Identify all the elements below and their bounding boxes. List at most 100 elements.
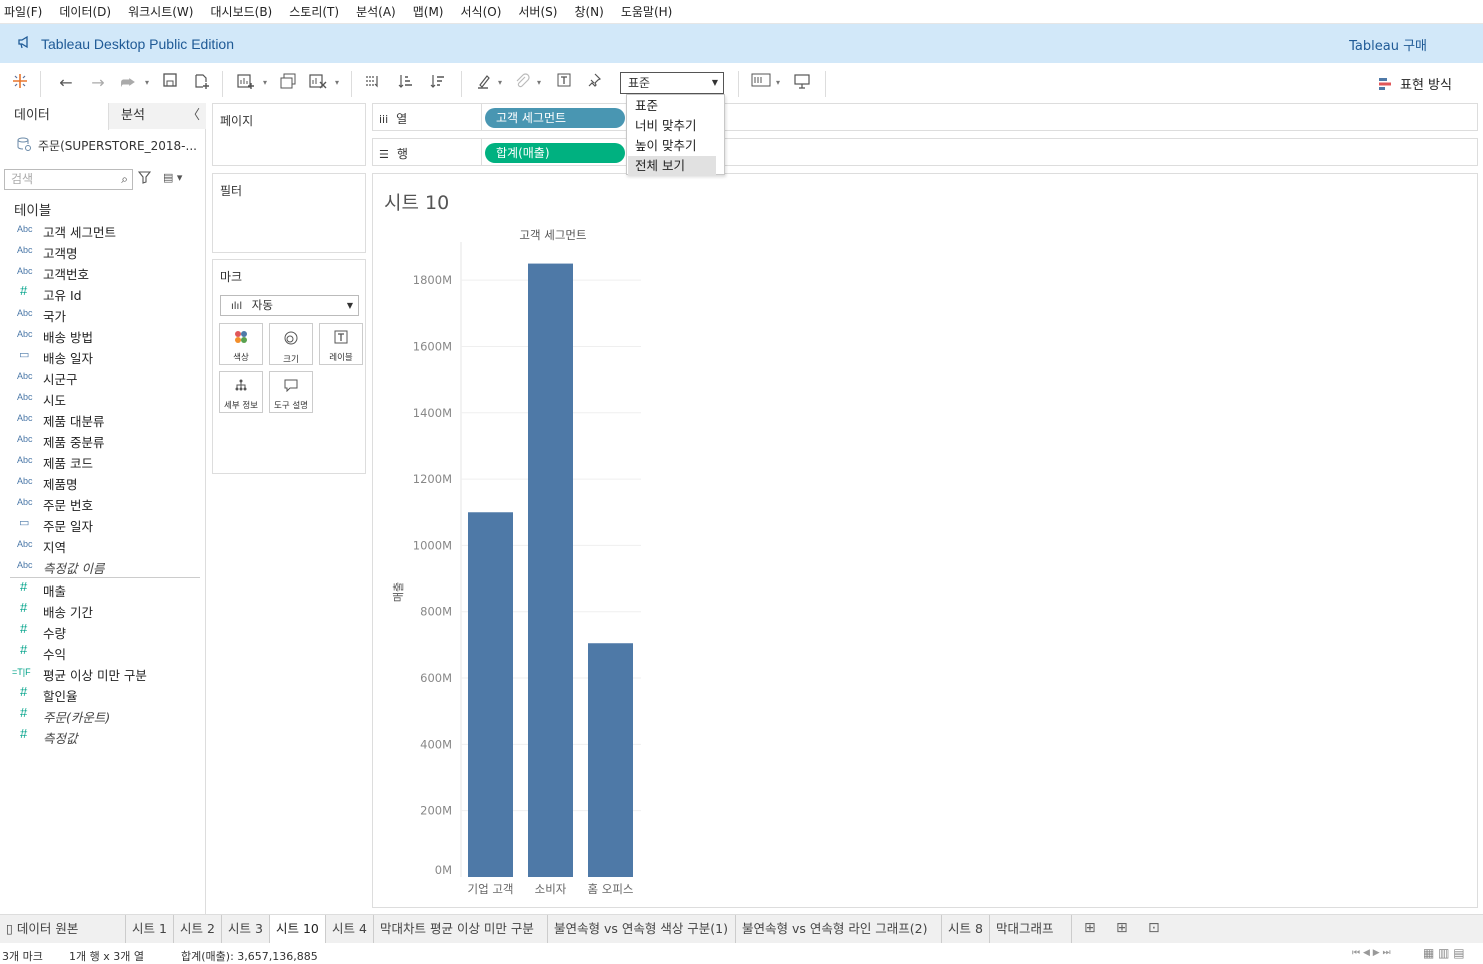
show-labels-icon[interactable] <box>553 72 575 94</box>
replay-caret-icon[interactable]: ▾ <box>145 72 149 94</box>
menu-item[interactable]: 도움말(H) <box>621 3 673 20</box>
group-paperclip-icon[interactable] <box>511 72 533 94</box>
view-options-icon[interactable]: ▤ ▾ <box>163 171 182 184</box>
field-item[interactable]: Abc 고객 세그먼트 <box>0 220 200 241</box>
sheet-tab[interactable]: 시트 4 <box>326 915 374 944</box>
menu-item[interactable]: 서식(O) <box>461 3 502 20</box>
highlight-icon[interactable] <box>473 72 495 94</box>
field-item[interactable]: Abc 시도 <box>0 388 200 409</box>
tooltip-button[interactable]: 도구 설명 <box>269 371 313 413</box>
menu-item[interactable]: 분석(A) <box>356 3 396 20</box>
menu-item[interactable]: 파일(F) <box>4 3 42 20</box>
field-item[interactable]: Abc 국가 <box>0 304 200 325</box>
tab-data[interactable]: 데이터 <box>0 103 109 130</box>
fit-option[interactable]: 너비 맞추기 <box>627 116 724 136</box>
show-me-button[interactable]: 표현 방식 <box>1378 74 1452 93</box>
new-worksheet-icon[interactable] <box>235 72 257 94</box>
color-button[interactable]: 색상 <box>219 323 263 365</box>
label-button[interactable]: 레이블 <box>319 323 363 365</box>
field-item[interactable]: Abc 시군구 <box>0 367 200 388</box>
buy-link[interactable]: Tableau 구매 <box>1349 35 1427 54</box>
grid-view-icon[interactable]: ▦ ▥ ▤ <box>1423 946 1465 960</box>
field-item[interactable]: # 수익 <box>0 642 200 663</box>
save-icon[interactable] <box>159 72 181 94</box>
field-item[interactable]: # 고유 Id <box>0 283 200 304</box>
sheet-tab[interactable]: 불연속형 vs 연속형 라인 그래프(2) <box>736 915 942 944</box>
menu-item[interactable]: 맵(M) <box>413 3 444 20</box>
field-item[interactable]: # 배송 기간 <box>0 600 200 621</box>
highlight-caret-icon[interactable]: ▾ <box>498 72 502 94</box>
columns-pill[interactable]: 고객 세그먼트 <box>485 108 625 128</box>
sheet-tab[interactable]: 시트 3 <box>222 915 270 944</box>
pages-card[interactable]: 페이지 <box>212 103 366 166</box>
field-item[interactable]: Abc 제품 코드 <box>0 451 200 472</box>
menu-item[interactable]: 데이터(D) <box>59 3 111 20</box>
presentation-mode-icon[interactable] <box>791 72 813 94</box>
field-item[interactable]: Abc 제품명 <box>0 472 200 493</box>
sheet-tab[interactable]: 불연속형 vs 연속형 색상 구분(1) <box>548 915 736 944</box>
datasource-item[interactable]: 주문(SUPERSTORE_2018-... <box>16 136 197 155</box>
field-item[interactable]: Abc 제품 중분류 <box>0 430 200 451</box>
sheet-tab[interactable]: 시트 8 <box>942 915 990 944</box>
redo-icon[interactable]: → <box>87 72 109 94</box>
field-item[interactable]: # 매출 <box>0 579 200 600</box>
fit-option[interactable]: 전체 보기 <box>628 156 716 176</box>
field-item[interactable]: Abc 지역 <box>0 535 200 556</box>
field-item[interactable]: # 수량 <box>0 621 200 642</box>
field-item[interactable]: # 주문(카운트) <box>0 705 200 726</box>
sheet-tab[interactable]: 시트 1 <box>126 915 174 944</box>
sort-descending-icon[interactable] <box>427 72 449 94</box>
menu-item[interactable]: 서버(S) <box>518 3 557 20</box>
group-caret-icon[interactable]: ▾ <box>537 72 541 94</box>
size-button[interactable]: 크기 <box>269 323 313 365</box>
fit-option[interactable]: 높이 맞추기 <box>627 136 724 156</box>
field-item[interactable]: Abc 고객명 <box>0 241 200 262</box>
fit-select[interactable]: 표준 ▼ <box>620 72 724 94</box>
filter-icon[interactable] <box>137 171 152 188</box>
field-item[interactable]: Abc 제품 대분류 <box>0 409 200 430</box>
menu-item[interactable]: 창(N) <box>574 3 603 20</box>
sheet-tab[interactable]: 막대차트 평균 이상 미만 구분 <box>374 915 548 944</box>
filters-card[interactable]: 필터 <box>212 173 366 253</box>
sort-ascending-icon[interactable] <box>395 72 417 94</box>
show-cards-icon[interactable] <box>750 72 772 94</box>
mark-type-select[interactable]: ılıl 자동 ▼ <box>220 295 359 316</box>
tableau-logo-icon[interactable] <box>9 72 31 94</box>
field-item[interactable]: Abc 배송 방법 <box>0 325 200 346</box>
sheet-tab[interactable]: 시트 2 <box>174 915 222 944</box>
field-item[interactable]: Abc 고객번호 <box>0 262 200 283</box>
menu-item[interactable]: 스토리(T) <box>289 3 339 20</box>
new-worksheet-icon[interactable]: ⊞ <box>1084 920 1096 936</box>
new-story-icon[interactable]: ⊡ <box>1148 920 1160 936</box>
search-input[interactable]: 검색 ⌕ <box>4 169 133 190</box>
clear-sheet-caret-icon[interactable]: ▾ <box>335 72 339 94</box>
undo-icon[interactable]: ← <box>55 72 77 94</box>
sheet-tab[interactable]: 막대그래프 <box>990 915 1072 944</box>
menu-item[interactable]: 워크시트(W) <box>128 3 193 20</box>
menu-item[interactable]: 대시보드(B) <box>210 3 272 20</box>
collapse-pane-icon[interactable]: 〈 <box>187 103 200 129</box>
field-item[interactable]: =T|F 평균 이상 미만 구분 <box>0 663 200 684</box>
sheet-tab[interactable]: 시트 10 <box>270 915 326 944</box>
field-item[interactable]: Abc 주문 번호 <box>0 493 200 514</box>
field-item[interactable]: # 측정값 <box>0 726 200 747</box>
new-dashboard-icon[interactable]: ⊞ <box>1116 920 1128 936</box>
fit-option[interactable]: 표준 <box>627 96 724 116</box>
detail-button[interactable]: 세부 정보 <box>219 371 263 413</box>
duplicate-sheet-icon[interactable] <box>277 72 299 94</box>
columns-shelf[interactable]: iii 열 고객 세그먼트 <box>372 103 1478 131</box>
new-datasource-icon[interactable] <box>191 72 213 94</box>
pin-icon[interactable] <box>583 72 605 94</box>
clear-sheet-icon[interactable] <box>307 72 329 94</box>
rows-pill[interactable]: 합계(매출) <box>485 143 625 163</box>
swap-rows-columns-icon[interactable] <box>361 72 383 94</box>
show-cards-caret-icon[interactable]: ▾ <box>776 72 780 94</box>
field-item[interactable]: ▭ 배송 일자 <box>0 346 200 367</box>
rows-shelf[interactable]: ☰ 행 합계(매출) <box>372 138 1478 166</box>
tab-datasource[interactable]: ▯ 데이터 원본 <box>0 915 126 944</box>
tab-analysis[interactable]: 분석 〈 <box>109 103 206 129</box>
field-item[interactable]: ▭ 주문 일자 <box>0 514 200 535</box>
field-item[interactable]: # 할인율 <box>0 684 200 705</box>
field-item[interactable]: Abc 측정값 이름 <box>0 556 200 577</box>
tab-navigation-icons[interactable]: ⏮ ◀ ▶ ⏭ <box>1352 948 1391 958</box>
